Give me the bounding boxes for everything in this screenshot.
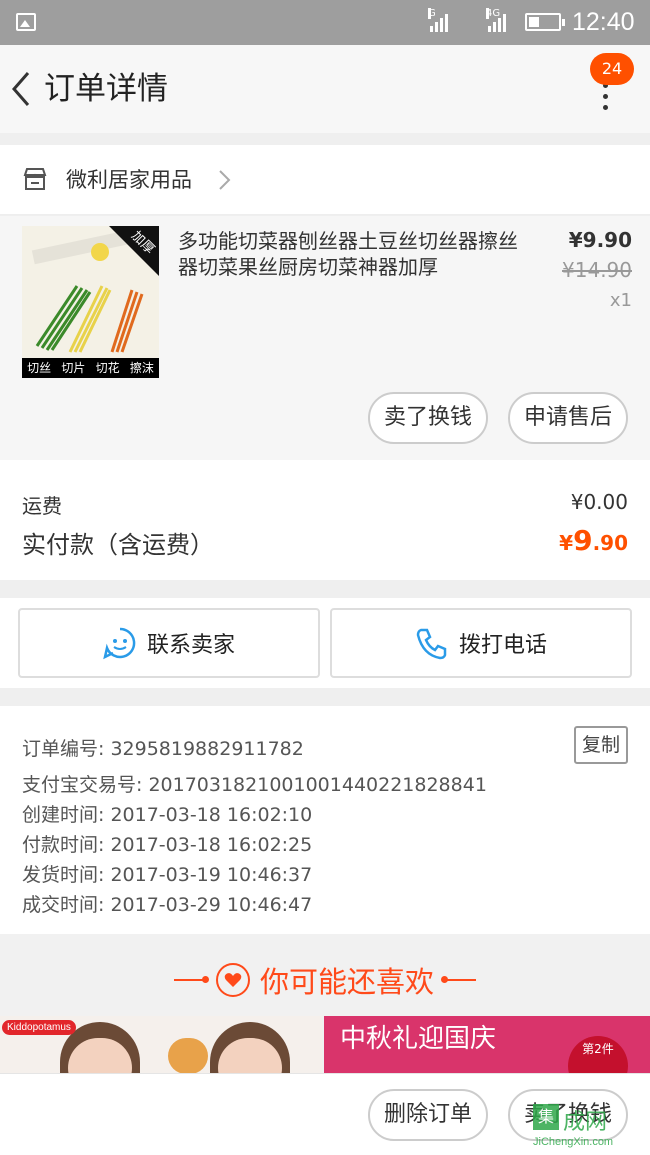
order-number: 订单编号: 3295819882911782 (22, 738, 304, 760)
contact-row: 联系卖家 拨打电话 (0, 598, 650, 688)
shipping-label: 运费 (22, 494, 62, 518)
back-arrow-icon[interactable] (8, 67, 36, 111)
recommend-header: 你可能还喜欢 (0, 958, 650, 1002)
signal-sim1-icon: G (428, 8, 448, 32)
completed-time: 成交时间: 2017-03-29 10:46:47 (22, 894, 313, 916)
product-price: ¥9.90 (568, 228, 632, 252)
chat-face-icon (103, 627, 136, 660)
delete-order-button[interactable]: 删除订单 (368, 1089, 488, 1141)
battery-icon (525, 13, 565, 31)
product-title[interactable]: 多功能切菜器刨丝器土豆丝切丝器擦丝器切菜果丝厨房切菜神器加厚 (178, 228, 518, 280)
total-value: ¥9.90 (559, 524, 628, 557)
shipped-time: 发货时间: 2017-03-19 10:46:37 (22, 864, 313, 886)
store-name: 微利居家用品 (66, 168, 192, 192)
chevron-right-icon (219, 170, 231, 190)
recommend-item-2[interactable]: 中秋礼迎国庆 第2件 (324, 1016, 650, 1074)
call-phone-label: 拨打电话 (458, 633, 547, 658)
recommend-item-1[interactable]: Kiddopotamus (0, 1016, 322, 1074)
brand-logo: Kiddopotamus (2, 1020, 76, 1035)
order-info: 订单编号: 3295819882911782 支付宝交易号: 201703182… (0, 706, 650, 934)
status-time: 12:40 (572, 8, 635, 36)
paid-time: 付款时间: 2017-03-18 16:02:25 (22, 834, 313, 856)
notification-badge: 24 (590, 53, 634, 85)
total-label: 实付款（含运费） (22, 531, 214, 559)
copy-button[interactable]: 复制 (574, 726, 628, 764)
shipping-value: ¥0.00 (570, 490, 628, 514)
more-menu-icon[interactable] (597, 83, 613, 113)
phone-icon (416, 628, 447, 660)
alipay-trade-number: 支付宝交易号: 2017031821001001440221828841 (22, 774, 487, 796)
call-phone-button[interactable]: 拨打电话 (330, 608, 632, 678)
app-header: 订单详情 (0, 45, 650, 133)
store-row[interactable]: 微利居家用品 (0, 145, 650, 215)
apply-aftersale-button[interactable]: 申请售后 (508, 392, 628, 444)
product-original-price: ¥14.90 (562, 258, 632, 282)
heart-icon (215, 963, 250, 997)
product-thumbnail: 加厚 切丝 切片 切花 擦沫 (22, 226, 159, 378)
created-time: 创建时间: 2017-03-18 16:02:10 (22, 804, 313, 826)
signal-sim2-icon: 4G (486, 8, 506, 32)
sell-for-cash-button[interactable]: 卖了换钱 (368, 392, 488, 444)
recommend-section: 你可能还喜欢 Kiddopotamus 中秋礼迎国庆 第2件 (0, 934, 650, 1074)
cost-summary: 运费 ¥0.00 实付款（含运费） ¥9.90 (0, 460, 650, 580)
store-icon (23, 168, 47, 190)
thumb-tag-bar: 切丝 切片 切花 擦沫 (22, 358, 159, 378)
promo-text: 中秋礼迎国庆 (340, 1024, 497, 1054)
site-watermark: 集 成网 JiChengXin.com (533, 1104, 647, 1154)
gallery-notification-icon (16, 13, 36, 31)
status-bar: G 4G 12:40 (0, 0, 650, 45)
recommend-title: 你可能还喜欢 (259, 965, 434, 999)
product-card[interactable]: 加厚 切丝 切片 切花 擦沫 多功能切菜器刨丝器土豆丝切丝器擦丝器切菜果丝厨房切… (0, 216, 650, 460)
promo-badge: 第2件 (568, 1036, 628, 1074)
product-quantity: x1 (609, 290, 632, 311)
contact-seller-label: 联系卖家 (146, 633, 235, 658)
contact-seller-button[interactable]: 联系卖家 (18, 608, 320, 678)
page-title: 订单详情 (44, 71, 168, 107)
